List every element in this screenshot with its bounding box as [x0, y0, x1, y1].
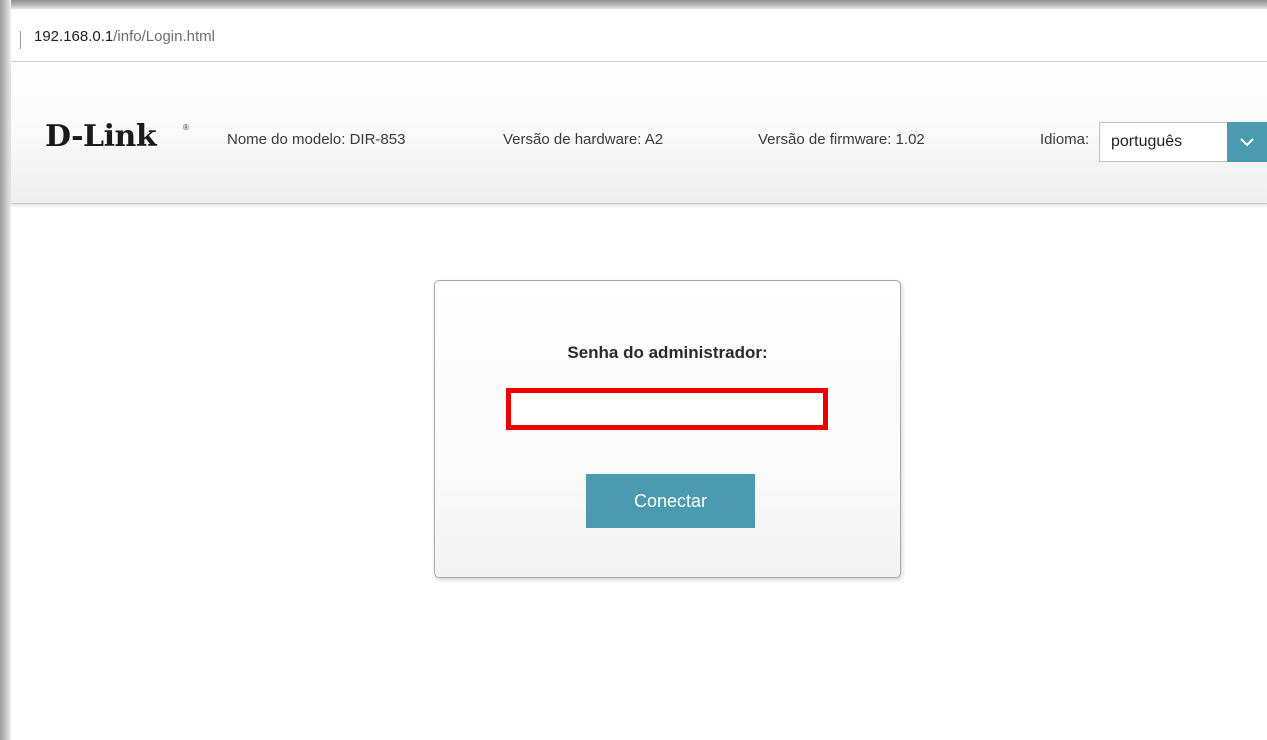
language-selected-value: português [1111, 133, 1183, 150]
firmware-version: Versão de firmware: 1.02 [758, 131, 925, 148]
address-path: /info/Login.html [113, 28, 215, 45]
password-label: Senha do administrador: [567, 343, 768, 362]
chevron-down-icon[interactable] [1227, 122, 1267, 162]
router-header: D-Link ® Nome do modelo: DIR-853 Versão … [11, 63, 1267, 204]
address-host: 192.168.0.1 [34, 28, 114, 45]
language-select[interactable]: português [1099, 122, 1267, 162]
login-card: Senha do administrador: Conectar [434, 280, 901, 578]
registered-mark: ® [183, 123, 189, 132]
window-top-edge [0, 0, 1267, 9]
address-url[interactable]: 192.168.0.1/info/Login.html [34, 28, 215, 45]
dlink-logo: D-Link [45, 119, 157, 154]
address-caret [20, 31, 21, 49]
password-input[interactable] [506, 388, 828, 430]
browser-window: 192.168.0.1/info/Login.html D-Link ® Nom… [0, 0, 1267, 740]
model-name: Nome do modelo: DIR-853 [227, 131, 406, 148]
window-left-edge [0, 0, 11, 740]
hardware-version: Versão de hardware: A2 [503, 131, 664, 148]
address-bar[interactable]: 192.168.0.1/info/Login.html [11, 9, 1267, 62]
language-label: Idioma: [1040, 131, 1090, 148]
connect-button[interactable]: Conectar [586, 474, 755, 528]
